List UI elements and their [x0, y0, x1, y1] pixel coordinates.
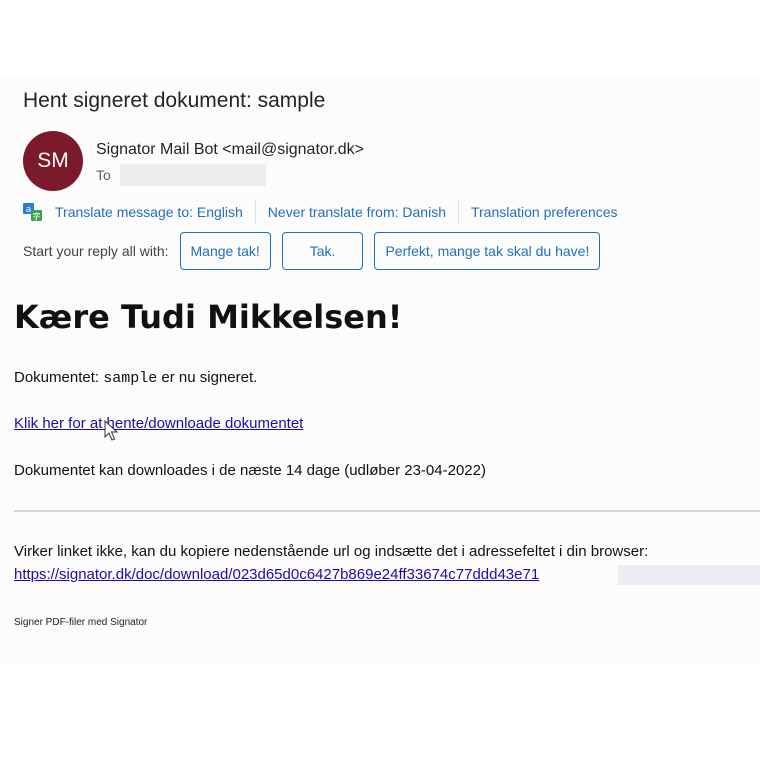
- sender-name[interactable]: Signator Mail Bot <mail@signator.dk>: [96, 141, 364, 159]
- svg-text:字: 字: [33, 211, 41, 221]
- suggested-reply-button[interactable]: Mange tak!: [179, 232, 271, 270]
- suggested-replies: Start your reply all with: Mange tak! Ta…: [23, 231, 611, 271]
- avatar-initials: SM: [37, 149, 69, 172]
- svg-text:a: a: [26, 205, 32, 215]
- document-name: sample: [103, 370, 158, 387]
- translation-bar: a 字 Translate message to: English Never …: [23, 199, 630, 225]
- to-label: To: [96, 167, 111, 183]
- redacted-url-part: [618, 565, 760, 585]
- translate-message-link[interactable]: Translate message to: English: [55, 204, 255, 220]
- redacted-recipient: [119, 164, 266, 186]
- never-translate-link[interactable]: Never translate from: Danish: [256, 204, 458, 220]
- suggested-reply-button[interactable]: Tak.: [281, 232, 364, 270]
- download-url-row: https://signator.dk/doc/download/023d65d…: [14, 566, 539, 583]
- download-link-row: Klik her for at hente/downloade dokument…: [14, 415, 303, 432]
- fallback-instructions: Virker linket ikke, kan du kopiere neden…: [14, 543, 649, 560]
- suggested-reply-button[interactable]: Perfekt, mange tak skal du have!: [374, 232, 601, 270]
- sender-avatar[interactable]: SM: [23, 131, 83, 191]
- translate-icon: a 字: [23, 203, 42, 221]
- email-subject: Hent signeret dokument: sample: [23, 89, 326, 112]
- download-link[interactable]: Klik her for at hente/downloade dokument…: [14, 415, 303, 432]
- expiry-text: Dokumentet kan downloades i de næste 14 …: [14, 462, 486, 479]
- translation-preferences-link[interactable]: Translation preferences: [459, 204, 630, 220]
- divider: [14, 510, 760, 512]
- document-status-line: Dokumentet: sample er nu signeret.: [14, 369, 257, 387]
- doc-line-prefix: Dokumentet:: [14, 369, 104, 386]
- greeting-heading: Kære Tudi Mikkelsen!: [14, 298, 403, 336]
- mouse-cursor-icon: [104, 420, 119, 441]
- email-footer: Signer PDF-filer med Signator: [14, 617, 148, 628]
- doc-line-suffix: er nu signeret.: [157, 369, 258, 386]
- download-url-link[interactable]: https://signator.dk/doc/download/023d65d…: [14, 566, 539, 583]
- recipients-row: To: [96, 164, 266, 186]
- suggested-replies-label: Start your reply all with:: [23, 243, 169, 259]
